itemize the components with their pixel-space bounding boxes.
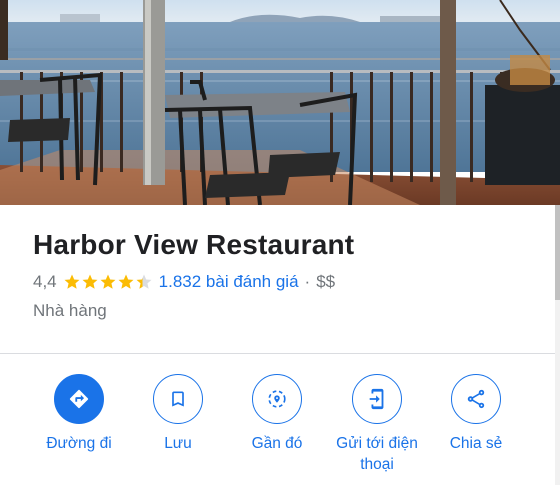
save-label: Lưu [164, 435, 192, 452]
place-title: Harbor View Restaurant [33, 229, 355, 260]
nearby-icon [252, 374, 302, 424]
action-bar: Đường đi Lưu Gần đó Gửi tới điện thoại C… [0, 374, 555, 484]
bookmark-icon [153, 374, 203, 424]
separator-dot: · [304, 272, 311, 291]
share-icon [451, 374, 501, 424]
directions-label: Đường đi [46, 435, 112, 452]
star-icon [136, 274, 152, 289]
scrollbar-thumb[interactable] [555, 205, 560, 300]
star-icon [100, 274, 116, 289]
nearby-label: Gần đó [251, 435, 303, 452]
send-to-phone-icon [352, 374, 402, 424]
rating-value: 4,4 [33, 272, 57, 291]
star-icon [118, 274, 134, 289]
place-category[interactable]: Nhà hàng [33, 299, 550, 323]
share-button[interactable]: Chia sẻ [421, 374, 531, 454]
price-level: $$ [316, 272, 336, 291]
save-button[interactable]: Lưu [123, 374, 233, 454]
scrollbar[interactable] [555, 205, 560, 485]
share-label: Chia sẻ [449, 435, 503, 452]
directions-button[interactable]: Đường đi [24, 374, 134, 454]
star-icon [82, 274, 98, 289]
rating-row: 4,4 1.832 bài đánh giá · $$ [33, 270, 550, 294]
divider [0, 353, 555, 354]
place-photo[interactable] [0, 0, 560, 205]
directions-icon [54, 374, 104, 424]
place-info: Harbor View Restaurant 4,4 1.832 bài đán… [33, 226, 550, 323]
nearby-button[interactable]: Gần đó [222, 374, 332, 454]
send-to-phone-label: Gửi tới điện thoại [336, 435, 418, 473]
send-to-phone-button[interactable]: Gửi tới điện thoại [322, 374, 432, 475]
star-icon [64, 274, 80, 289]
reviews-link[interactable]: 1.832 bài đánh giá [159, 270, 299, 294]
star-rating [63, 273, 153, 291]
